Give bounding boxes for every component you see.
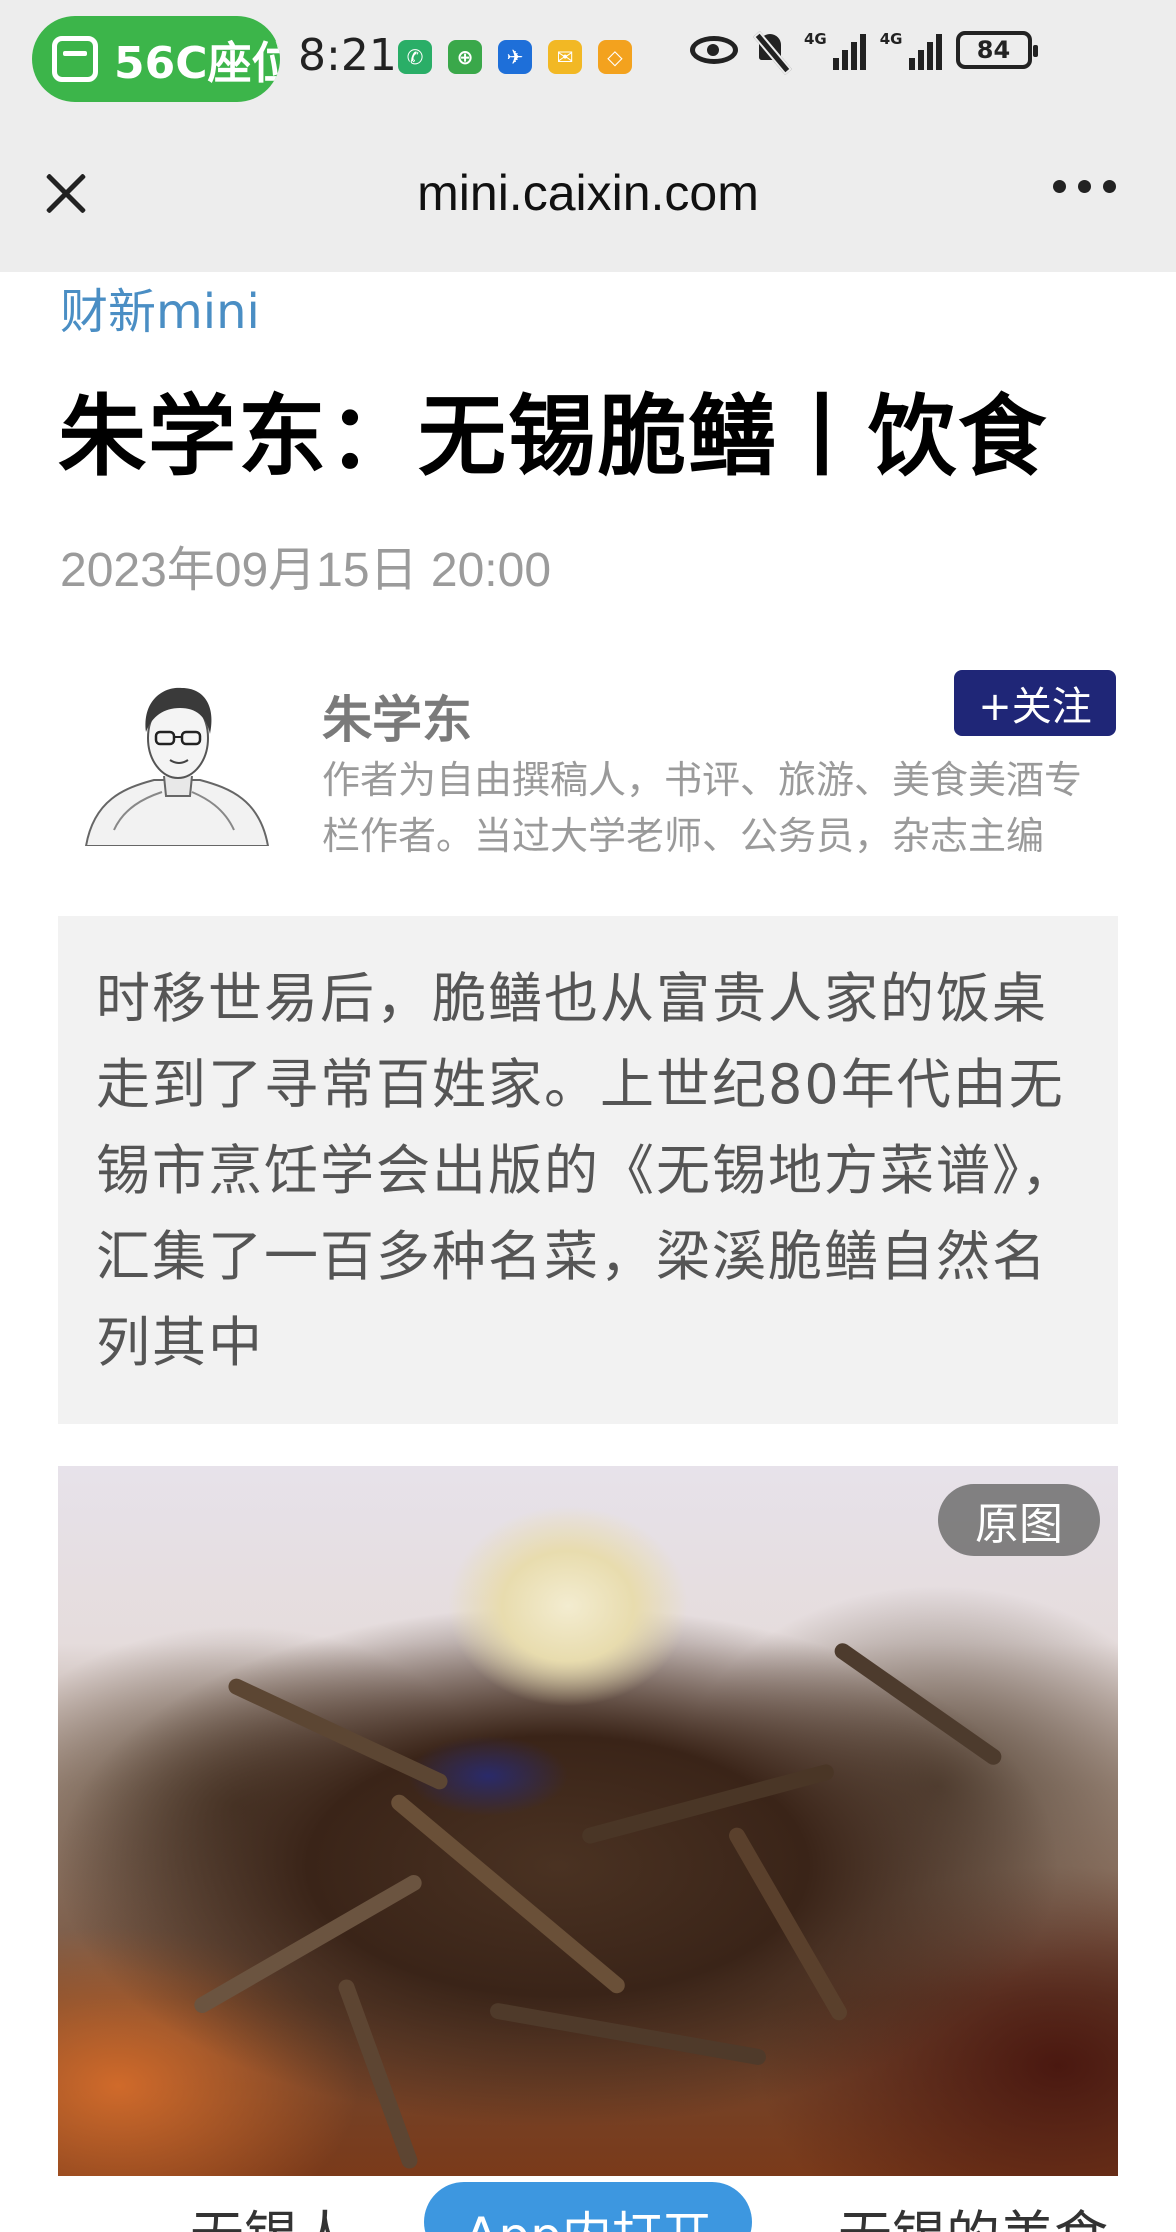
signal-icon: 4G <box>880 30 942 70</box>
notification-icons: ✆ ⊕ ✈ ✉ ◇ <box>398 40 632 74</box>
article-summary: 时移世易后，脆鳝也从富贵人家的饭桌走到了寻常百姓家。上世纪80年代由无锡市烹饪学… <box>58 916 1118 1424</box>
battery-level: 84 <box>976 36 1011 64</box>
app-green-icon: ⊕ <box>448 40 482 74</box>
network-type-1: 4G <box>804 30 827 48</box>
status-bar: 56C座位 8:21 ✆ ⊕ ✈ ✉ ◇ 4G 4G 84 <box>0 0 1176 120</box>
page-url-title: mini.caixin.com <box>417 165 759 221</box>
publish-date: 2023年09月15日 20:00 <box>60 544 552 597</box>
app-orange-icon: ◇ <box>598 40 632 74</box>
bell-muted-icon <box>752 30 790 70</box>
signal-icon: 4G <box>804 30 866 70</box>
mail-icon: ✉ <box>548 40 582 74</box>
author-name[interactable]: 朱学东 <box>322 680 472 752</box>
article-title: 朱学东：无锡脆鳝丨饮食 <box>58 385 1049 488</box>
author-bio: 作者为自由撰稿人，书评、旅游、美食美酒专栏作者。当过大学老师、公务员，杂志主编 <box>322 758 1083 858</box>
article-photo[interactable] <box>58 1466 1118 2176</box>
status-time: 8:21 <box>298 30 397 81</box>
follow-button[interactable]: +关注 <box>954 670 1116 736</box>
wechat-icon: ✆ <box>398 40 432 74</box>
activity-icon <box>52 36 98 82</box>
more-options-icon[interactable] <box>1053 180 1116 193</box>
ongoing-activity-pill[interactable]: 56C座位 <box>32 16 280 102</box>
flight-icon: ✈ <box>498 40 532 74</box>
open-in-app-button[interactable]: App内打开 <box>424 2182 752 2232</box>
browser-nav-bar: mini.caixin.com <box>0 120 1176 272</box>
eye-icon <box>690 36 738 64</box>
battery-icon: 84 <box>955 31 1038 69</box>
original-image-button[interactable]: 原图 <box>938 1484 1100 1556</box>
network-type-2: 4G <box>879 30 903 48</box>
activity-text: 56C座位 <box>114 38 280 89</box>
author-avatar[interactable] <box>84 680 270 846</box>
brand-label[interactable]: 财新mini <box>60 272 260 342</box>
system-icons: 4G 4G 84 <box>690 30 1038 70</box>
